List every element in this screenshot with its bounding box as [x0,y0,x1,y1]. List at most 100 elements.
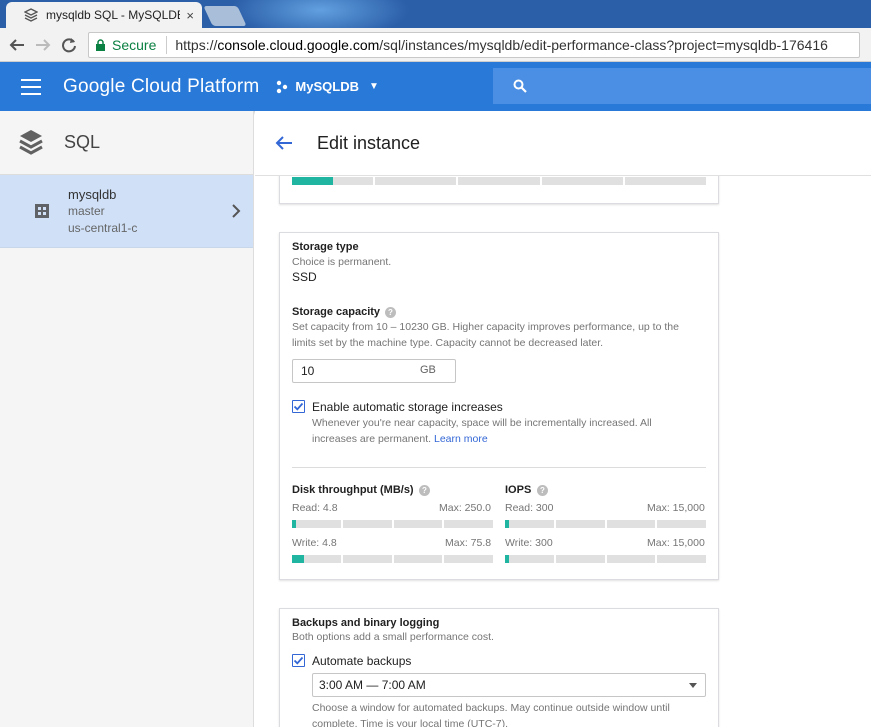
auto-storage-desc-1: Whenever you're near capacity, space wil… [312,417,652,429]
bar-segment [657,520,706,528]
bar-segment [393,520,443,528]
bar-fill [505,555,509,563]
instance-role: master [68,203,105,218]
main-panel: Edit instance Storage type Choice is per… [255,111,871,727]
menu-icon[interactable] [21,78,41,95]
lock-icon [96,38,105,51]
section-divider [292,467,706,468]
bar-segment [444,555,493,563]
close-icon[interactable]: × [186,8,194,23]
forward-button[interactable] [30,32,56,58]
automate-backups-label[interactable]: Automate backups [312,654,411,668]
instance-grid-icon [35,204,49,218]
storage-capacity-label: Storage capacity [292,306,381,318]
page-title: Edit instance [317,132,421,153]
iops-write-max: Max: 15,000 [647,537,705,549]
bar-segment [555,520,605,528]
backup-window-select[interactable]: 3:00 AM — 7:00 AM [312,673,706,697]
check-icon [293,656,304,665]
iops-write-value: Write: 300 [505,537,553,549]
tabstrip-background [230,0,410,28]
iops-write-bar [505,555,706,563]
chevron-down-icon: ▼ [368,81,379,92]
bar-fill [292,520,296,528]
bar-fill [292,177,333,185]
secure-label: Secure [112,36,157,53]
throughput-read-max: Max: 250.0 [439,502,491,514]
back-button[interactable] [4,32,30,58]
tab-title: mysqldb SQL - MySQLDB [46,8,181,22]
search-input[interactable] [493,68,871,104]
throughput-write-max: Max: 75.8 [445,537,492,549]
sidebar: SQL mysqldb master us-central1-c [0,111,254,727]
storage-type-note: Choice is permanent. [292,256,392,268]
address-bar: Secure https://console.cloud.google.com/… [0,28,871,62]
instance-zone: us-central1-c [68,220,138,235]
sql-icon [19,129,43,155]
reload-icon [62,37,76,52]
iops-read-bar [505,520,706,528]
project-picker[interactable]: MySQLDB ▼ [275,79,379,94]
url-path: /sql/instances/mysqldb/edit-performance-… [379,36,828,53]
backups-card: Backups and binary logging Both options … [279,608,719,727]
sidebar-header: SQL [0,111,253,175]
help-icon[interactable]: ? [419,485,430,496]
sidebar-item-instance[interactable]: mysqldb master us-central1-c [0,175,253,248]
check-icon [293,402,304,411]
url-separator [166,35,168,54]
bar-segment [505,520,554,528]
sql-favicon-icon [24,8,38,22]
url-scheme: https:// [175,36,218,53]
iops-read-value: Read: 300 [505,502,554,514]
storage-capacity-desc-1: Set capacity from 10 – 10230 GB. Higher … [292,321,679,333]
gcp-header: Google Cloud Platform MySQLDB ▼ [0,62,871,111]
bar-segment [292,555,341,563]
backup-window-desc-1: Choose a window for automated backups. M… [312,702,670,714]
storage-type-label: Storage type [292,241,359,253]
backup-window-desc-2: complete. Time is your local time (UTC-7… [312,718,509,727]
back-arrow-icon[interactable] [275,135,293,151]
auto-storage-desc-text: increases are permanent. [312,433,432,445]
bar-segment [657,555,706,563]
throughput-read-value: Read: 4.8 [292,502,338,514]
page-header: Edit instance [255,111,871,176]
bar-segment [292,177,374,185]
storage-card: Storage type Choice is permanent. SSD St… [279,232,719,580]
machine-capacity-bar [292,177,707,185]
iops-read-max: Max: 15,000 [647,502,705,514]
bar-segment [375,177,457,185]
throughput-read-bar [292,520,493,528]
bar-segment [342,520,392,528]
browser-tab[interactable]: mysqldb SQL - MySQLDB × [6,2,202,28]
project-name: MySQLDB [295,79,359,94]
url-input[interactable]: Secure https://console.cloud.google.com/… [88,31,860,58]
product-title[interactable]: Google Cloud Platform [63,76,259,98]
arrow-right-icon [36,38,51,51]
arrow-left-icon [9,38,24,51]
learn-more-link[interactable]: Learn more [434,433,488,445]
help-icon[interactable]: ? [385,307,396,318]
dropdown-caret-icon [689,683,697,688]
bar-fill [505,520,509,528]
auto-storage-desc-2: increases are permanent. Learn more [312,431,488,447]
auto-storage-checkbox[interactable] [292,400,305,413]
storage-capacity-desc-2: limits set by the machine type. Capacity… [292,337,604,349]
automate-backups-checkbox[interactable] [292,654,305,667]
url-text: https://console.cloud.google.com/sql/ins… [175,37,828,53]
search-icon [513,79,527,93]
iops-label: IOPS [505,484,532,496]
reload-button[interactable] [56,32,82,58]
bar-segment [292,520,341,528]
storage-capacity-unit: GB [420,364,436,376]
bar-segment [606,520,656,528]
instance-name: mysqldb [68,186,117,202]
help-icon[interactable]: ? [537,485,548,496]
project-dots-icon [277,80,288,93]
bar-segment [624,177,707,185]
bar-fill [292,555,304,563]
bar-segment [505,555,554,563]
auto-storage-label[interactable]: Enable automatic storage increases [312,400,503,414]
backup-window-value: 3:00 AM — 7:00 AM [319,678,426,692]
throughput-write-bar [292,555,493,563]
bar-segment [342,555,392,563]
